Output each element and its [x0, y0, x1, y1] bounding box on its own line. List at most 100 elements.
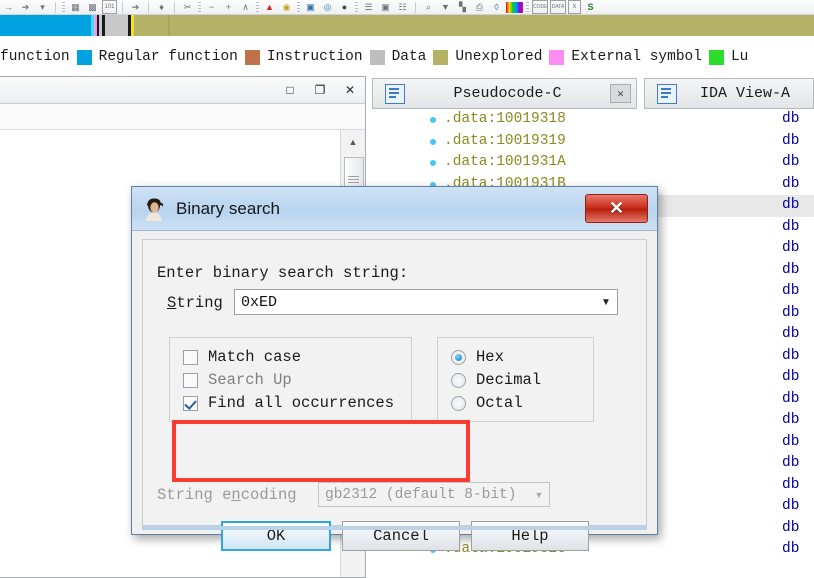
- shield-icon[interactable]: ◊: [489, 1, 504, 13]
- scroll-up-icon[interactable]: ▲: [341, 130, 365, 154]
- chevron-down-icon[interactable]: ▼: [529, 490, 549, 500]
- arrow-right-block-icon[interactable]: ➔: [18, 1, 33, 13]
- data-box-icon[interactable]: DATA: [550, 0, 566, 14]
- search-string-combobox[interactable]: 0xED ▼: [234, 289, 618, 315]
- string-encoding-combobox[interactable]: gb2312 (default 8-bit) ▼: [318, 482, 550, 507]
- binoculars-icon[interactable]: ▣: [378, 1, 393, 13]
- warning-red-icon[interactable]: ▲: [262, 1, 277, 13]
- hierarchy-icon[interactable]: ☷: [395, 1, 410, 13]
- hash-box-icon[interactable]: ▦: [68, 1, 83, 13]
- chevron-down-icon[interactable]: ▼: [595, 297, 617, 308]
- checkbox-match-case[interactable]: [183, 349, 198, 365]
- grip-icon[interactable]: [355, 1, 358, 13]
- option-octal[interactable]: Octal: [451, 392, 523, 414]
- disassembly-mnemonic: db: [782, 326, 800, 342]
- ida-woman-icon: [141, 196, 167, 222]
- functions-column-header[interactable]: ame: [0, 104, 365, 130]
- option-label: Octal: [476, 394, 523, 412]
- data-band-b: [105, 15, 128, 36]
- radio-decimal[interactable]: [451, 372, 466, 388]
- arrow-block-icon[interactable]: ➔: [128, 1, 143, 13]
- option-decimal[interactable]: Decimal: [451, 369, 541, 391]
- option-label: Search Up: [208, 371, 292, 389]
- functions-window-titlebar[interactable]: s window □ ❐ ✕: [0, 77, 365, 104]
- bar-box-icon[interactable]: ▩: [85, 1, 100, 13]
- close-icon[interactable]: ✕: [610, 84, 631, 103]
- main-toolbar[interactable]: → ➔ ▾ ▦ ▩ 101 ➔ ♦ ✂ − + ∧ ▲ ◉ ▣ ◎ ● ☰ ▣ …: [0, 0, 814, 15]
- function-list-row[interactable]: 399A: [0, 562, 342, 577]
- circle-blue-icon[interactable]: ◎: [320, 1, 335, 13]
- disassembly-mnemonic: db: [782, 369, 800, 385]
- toolbar-separator: [415, 1, 416, 13]
- import-icon[interactable]: ▼: [438, 1, 453, 13]
- option-match-case[interactable]: Match case: [183, 346, 301, 368]
- document-blue-icon: [385, 83, 405, 104]
- radio-octal[interactable]: [451, 395, 466, 411]
- disassembly-mnemonic: db: [782, 283, 800, 299]
- grip-icon[interactable]: [297, 1, 300, 13]
- code-box-icon[interactable]: CODE: [532, 0, 548, 14]
- checkbox-find-all-occurrences[interactable]: [183, 395, 198, 411]
- navigator-band[interactable]: [0, 15, 814, 36]
- disassembly-row[interactable]: .data:1001931A db: [430, 152, 814, 174]
- option-find-all-occurrences[interactable]: Find all occurrences: [183, 392, 394, 414]
- grip-icon[interactable]: [62, 1, 65, 13]
- restore-icon[interactable]: ❐: [305, 77, 335, 103]
- toolbar-separator: [148, 1, 149, 13]
- checkbox-search-up[interactable]: [183, 372, 198, 388]
- toolbar-separator: [55, 1, 56, 13]
- disassembly-mnemonic: db: [782, 175, 800, 192]
- radio-hex[interactable]: [451, 349, 466, 365]
- data-marker-icon: [430, 117, 436, 123]
- magnifier-yellow-icon[interactable]: ◉: [279, 1, 294, 13]
- annotation-highlight-rectangle: [172, 420, 470, 482]
- tab-ida-view-a[interactable]: IDA View-A: [644, 78, 814, 109]
- option-search-up[interactable]: Search Up: [183, 369, 292, 391]
- disassembly-address: .data:10019318: [444, 111, 566, 127]
- x-box-icon[interactable]: x: [568, 0, 581, 14]
- grip-icon[interactable]: [198, 1, 201, 13]
- disassembly-row[interactable]: .data:10019319 db: [430, 131, 814, 153]
- disassembly-mnemonic: db: [782, 390, 800, 407]
- legend-label-5: External symbol: [571, 49, 702, 65]
- close-icon[interactable]: ✕: [585, 194, 648, 223]
- arrow-right-icon[interactable]: →: [1, 1, 16, 13]
- data-marker-icon: [430, 138, 436, 145]
- scissors-box-icon[interactable]: ✂: [180, 1, 195, 13]
- function-list-row[interactable]: 1074: [0, 157, 342, 184]
- magnifier-icon[interactable]: ⌕: [421, 1, 436, 13]
- disassembly-row[interactable]: .data:10019318 db: [430, 109, 814, 131]
- printer-icon[interactable]: ⎙: [472, 1, 487, 13]
- legend-swatch-5: [549, 49, 565, 65]
- search-string-input[interactable]: 0xED: [235, 294, 595, 311]
- function-list-row[interactable]: 1000: [0, 130, 342, 157]
- disassembly-mnemonic: db: [782, 240, 800, 256]
- option-hex[interactable]: Hex: [451, 346, 504, 368]
- script-s-icon[interactable]: S: [583, 1, 598, 13]
- bug-dark-icon[interactable]: ●: [337, 1, 352, 13]
- diamond-stack-icon[interactable]: ♦: [154, 1, 169, 13]
- maximize-icon[interactable]: □: [275, 77, 305, 103]
- chevron-down-icon[interactable]: ▾: [35, 1, 50, 13]
- number-101-icon[interactable]: 101: [102, 0, 117, 14]
- navigator-legend: function Regular function Instruction Da…: [0, 41, 814, 73]
- color-palette-icon[interactable]: [506, 1, 523, 13]
- close-icon[interactable]: ✕: [335, 77, 365, 103]
- minus-icon[interactable]: −: [204, 1, 219, 13]
- grip-icon[interactable]: [256, 1, 259, 13]
- tab-pseudocode-c[interactable]: Pseudocode-C ✕: [372, 78, 637, 109]
- legend-label-2: Instruction: [266, 49, 363, 65]
- window-blue-icon[interactable]: ▣: [303, 1, 318, 13]
- list-icon[interactable]: ☰: [361, 1, 376, 13]
- binary-search-dialog[interactable]: Binary search ✕ Enter binary search stri…: [131, 186, 658, 551]
- grip-icon[interactable]: [526, 1, 529, 13]
- legend-label-6: Lu: [730, 49, 749, 65]
- option-label: Hex: [476, 348, 504, 366]
- dialog-titlebar[interactable]: Binary search ✕: [132, 187, 657, 231]
- disassembly-mnemonic: db: [782, 412, 800, 428]
- caret-up-icon[interactable]: ∧: [238, 1, 253, 13]
- binary-flag-icon[interactable]: ▚: [455, 1, 470, 13]
- disassembly-tab-bar[interactable]: Pseudocode-C ✕ IDA View-A: [372, 78, 814, 109]
- plus-icon[interactable]: +: [221, 1, 236, 13]
- dialog-body: Enter binary search string: String 0xED …: [142, 239, 647, 551]
